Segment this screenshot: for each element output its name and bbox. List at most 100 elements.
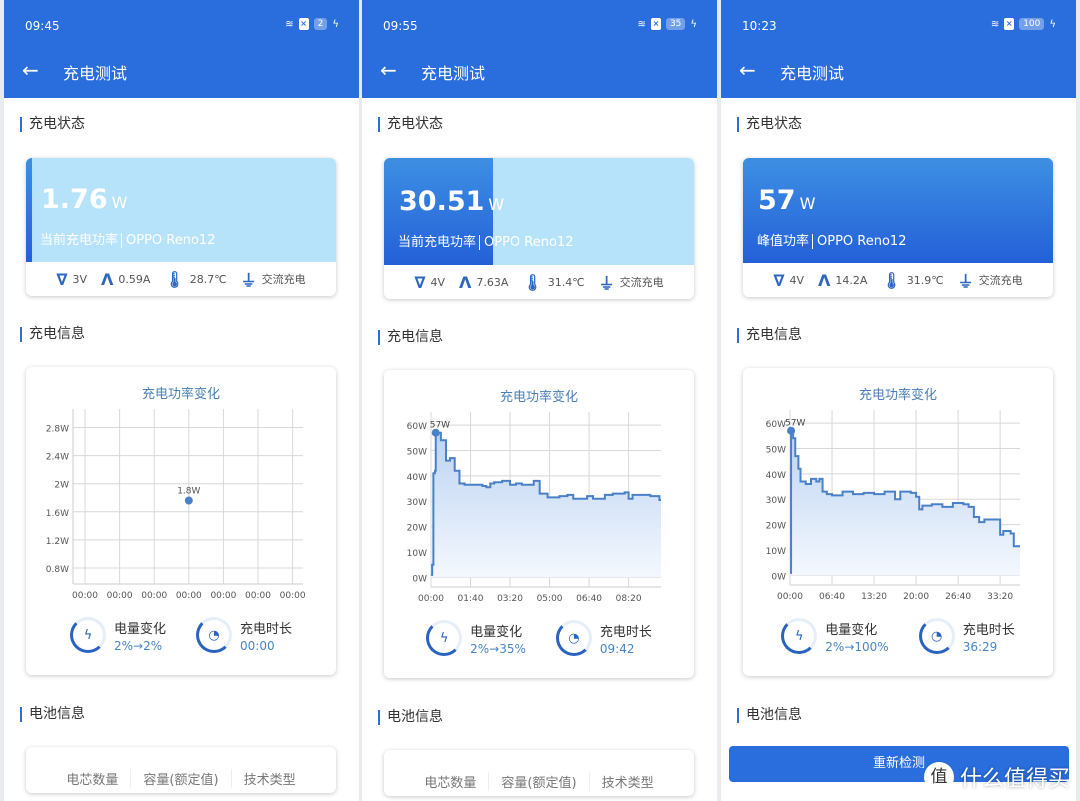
power-label: 当前充电功率 (398, 234, 477, 250)
x-tick-label: 13:20 (861, 592, 887, 602)
power-label: 峰值功率 (757, 233, 810, 249)
back-arrow-icon[interactable]: ← (739, 58, 756, 82)
plug-icon: ⏚ (957, 272, 974, 291)
x-tick-label: 00:00 (418, 594, 444, 604)
y-tick-label: 10W (407, 549, 427, 559)
metric-temperature: 🌡︎ 31.9℃ (881, 271, 943, 290)
stat-capacity: ϟ 电量变化 2%→100% (781, 618, 889, 654)
x-tick-label: 06:40 (819, 592, 845, 602)
stat-label: 电量变化 (825, 622, 878, 638)
power-value: 1.76 W (41, 184, 127, 215)
metric-value: 交流充电 (619, 276, 664, 289)
stat-text: 电量变化 2%→100% (825, 619, 888, 654)
battery-table-header: 电芯数量 容量(额定值) 技术类型 (384, 750, 694, 791)
lightning-icon: ϟ (781, 618, 818, 654)
power-number: 30.51 (399, 185, 485, 217)
phone-screen: 09:55 ≋ × 35 ϟ ← 充电测试 充电状态 30.51 W 当前充电功率 OPPO Reno… (362, 0, 717, 801)
section-title-charging-info: 充电信息 (20, 327, 85, 342)
y-tick-label: 2W (54, 481, 69, 491)
power-unit: W (488, 194, 505, 214)
battery-col-header: 容量(额定值) (489, 772, 590, 791)
power-number: 57 (758, 184, 796, 216)
status-time: 09:55 (383, 19, 418, 33)
phone-screen: 10:23 ≋ × 100 ϟ ← 充电测试 充电状态 57 W 峰值功率 OPPO Reno12 ∇ 4… (721, 0, 1076, 801)
stat-value: 2%→100% (825, 639, 889, 654)
section-title-charging-status: 充电状态 (20, 117, 85, 132)
metric-temperature: 🌡︎ 28.7℃ (164, 270, 226, 289)
power-subtitle: 峰值功率 OPPO Reno12 (757, 230, 907, 249)
stat-value: 00:00 (240, 638, 275, 653)
chart-card: 充电功率变化 0W 10W 20W 30W 40W 50W 60W 00:00 06:40 13:2… (743, 368, 1053, 676)
stat-duration: ◔ 充电时长 00:00 (196, 617, 292, 653)
stat-label: 电量变化 (113, 621, 166, 637)
metric-voltage: ∇ 4V (773, 271, 804, 290)
metric-type: ⏚ 交流充电 (958, 268, 1023, 292)
y-tick-label: 30W (407, 498, 427, 508)
metric-current: Ʌ 14.2A (818, 271, 867, 290)
watermark-logo: 值 (923, 762, 954, 792)
metric-value: 0.59A (118, 272, 151, 286)
section-title-battery-info: 电池信息 (378, 710, 443, 725)
stat-duration: ◔ 充电时长 36:29 (918, 618, 1015, 654)
x-tick-label: 03:20 (497, 594, 523, 604)
y-tick-label: 50W (407, 447, 427, 457)
battery-col-header: 技术类型 (243, 773, 296, 788)
battery-col-header: 技术类型 (601, 776, 654, 791)
power-chart: 0.8W 1.2W 1.6W 2W 2.4W 2.8W 00:00 00:00 00:00 00:… (46, 409, 306, 601)
wifi-icon: ≋ (637, 18, 646, 30)
sim-icon: × (298, 18, 309, 30)
battery-info-card: 电芯数量 容量(额定值) 技术类型 (384, 750, 694, 796)
charging-bolt-icon: ϟ (690, 18, 697, 30)
power-subtitle: 当前充电功率 OPPO Reno12 (40, 229, 216, 248)
metrics-row: ∇ 4V Ʌ 14.2A 🌡︎ 31.9℃ ⏚ 交流充电 (743, 263, 1053, 297)
x-tick-label: 00:00 (245, 591, 271, 601)
y-tick-label: 0W (771, 572, 786, 582)
metric-value: 4V (789, 273, 805, 287)
current-icon: Ʌ (101, 269, 114, 289)
y-tick-label: 40W (407, 473, 427, 483)
peak-label: 57W (785, 419, 805, 429)
y-tick-label: 20W (766, 522, 786, 532)
battery-level: 100 (1019, 18, 1045, 30)
x-tick-label: 05:00 (537, 594, 563, 604)
y-tick-label: 2.8W (46, 425, 69, 435)
metric-type: ⏚ 交流充电 (599, 270, 664, 294)
area-fill (790, 430, 1020, 576)
app-header: 10:23 ≋ × 100 ϟ ← 充电测试 (721, 0, 1076, 98)
stat-label: 电量变化 (470, 624, 523, 640)
x-tick-label: 00:00 (107, 591, 133, 601)
stat-value: 2%→35% (470, 641, 526, 656)
y-tick-label: 1.2W (46, 537, 69, 547)
stat-text: 充电时长 36:29 (963, 619, 1015, 654)
y-tick-label: 30W (766, 496, 786, 506)
watermark-text: 什么值得买 (959, 767, 1070, 792)
status-icons: ≋ × 2 ϟ (285, 18, 339, 30)
device-name: OPPO Reno12 (812, 233, 907, 249)
thermometer-icon: 🌡︎ (164, 269, 185, 289)
wifi-icon: ≋ (990, 18, 1000, 30)
section-title-charging-info: 充电信息 (737, 328, 802, 343)
y-tick-label: 60W (766, 420, 786, 430)
sim-icon: × (1004, 18, 1015, 30)
stat-text: 电量变化 2%→35% (470, 621, 526, 656)
metric-voltage: ∇ 4V (414, 273, 445, 292)
current-icon: Ʌ (459, 272, 472, 292)
power-hero: 1.76 W 当前充电功率 OPPO Reno12 (26, 158, 336, 262)
page-title: 充电测试 (421, 64, 486, 83)
current-icon: Ʌ (818, 270, 831, 290)
x-tick-label: 20:00 (903, 592, 929, 602)
section-title-charging-status: 充电状态 (737, 117, 802, 132)
chart-card: 充电功率变化 0W 10W 20W 30W 40W 50W 60W 00:00 01:40 03:2… (384, 370, 694, 678)
back-arrow-icon[interactable]: ← (22, 58, 39, 82)
plug-icon: ⏚ (598, 274, 615, 293)
battery-info-card: 电芯数量 容量(额定值) 技术类型 (26, 747, 336, 793)
section-title-charging-info: 充电信息 (378, 330, 443, 345)
watermark: 值什么值得买 (923, 761, 1070, 793)
back-arrow-icon[interactable]: ← (380, 58, 397, 82)
metric-temperature: 🌡︎ 31.4℃ (522, 273, 584, 292)
x-tick-label: 00:00 (72, 591, 98, 601)
metric-current: Ʌ 7.63A (459, 273, 508, 292)
data-point (184, 496, 193, 505)
section-title-battery-info: 电池信息 (737, 708, 802, 723)
y-tick-label: 50W (766, 445, 786, 455)
